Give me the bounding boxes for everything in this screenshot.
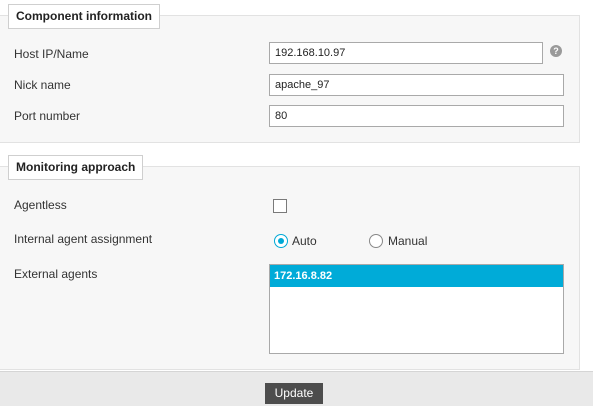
nick-name-label: Nick name — [14, 78, 71, 92]
help-icon[interactable]: ? — [550, 45, 562, 57]
port-number-label: Port number — [14, 109, 81, 123]
manual-radio[interactable] — [369, 234, 383, 248]
external-agents-listbox[interactable]: 172.16.8.82 — [269, 264, 564, 354]
host-input[interactable]: 192.168.10.97 — [269, 42, 543, 64]
auto-radio-label[interactable]: Auto — [292, 234, 317, 248]
agentless-checkbox[interactable] — [273, 199, 287, 213]
footer-bar: Update — [0, 371, 593, 406]
external-agents-label: External agents — [14, 267, 98, 281]
monitoring-approach-legend: Monitoring approach — [8, 155, 144, 180]
list-item[interactable]: 172.16.8.82 — [270, 265, 563, 287]
auto-radio[interactable] — [274, 234, 288, 248]
manual-radio-label[interactable]: Manual — [388, 234, 427, 248]
host-label: Host IP/Name — [14, 47, 89, 61]
port-number-input[interactable]: 80 — [269, 105, 564, 127]
agentless-label: Agentless — [14, 198, 67, 212]
component-information-legend: Component information — [8, 4, 160, 29]
nick-name-input[interactable]: apache_97 — [269, 74, 564, 96]
update-button[interactable]: Update — [265, 383, 323, 404]
internal-agent-label: Internal agent assignment — [14, 232, 153, 246]
